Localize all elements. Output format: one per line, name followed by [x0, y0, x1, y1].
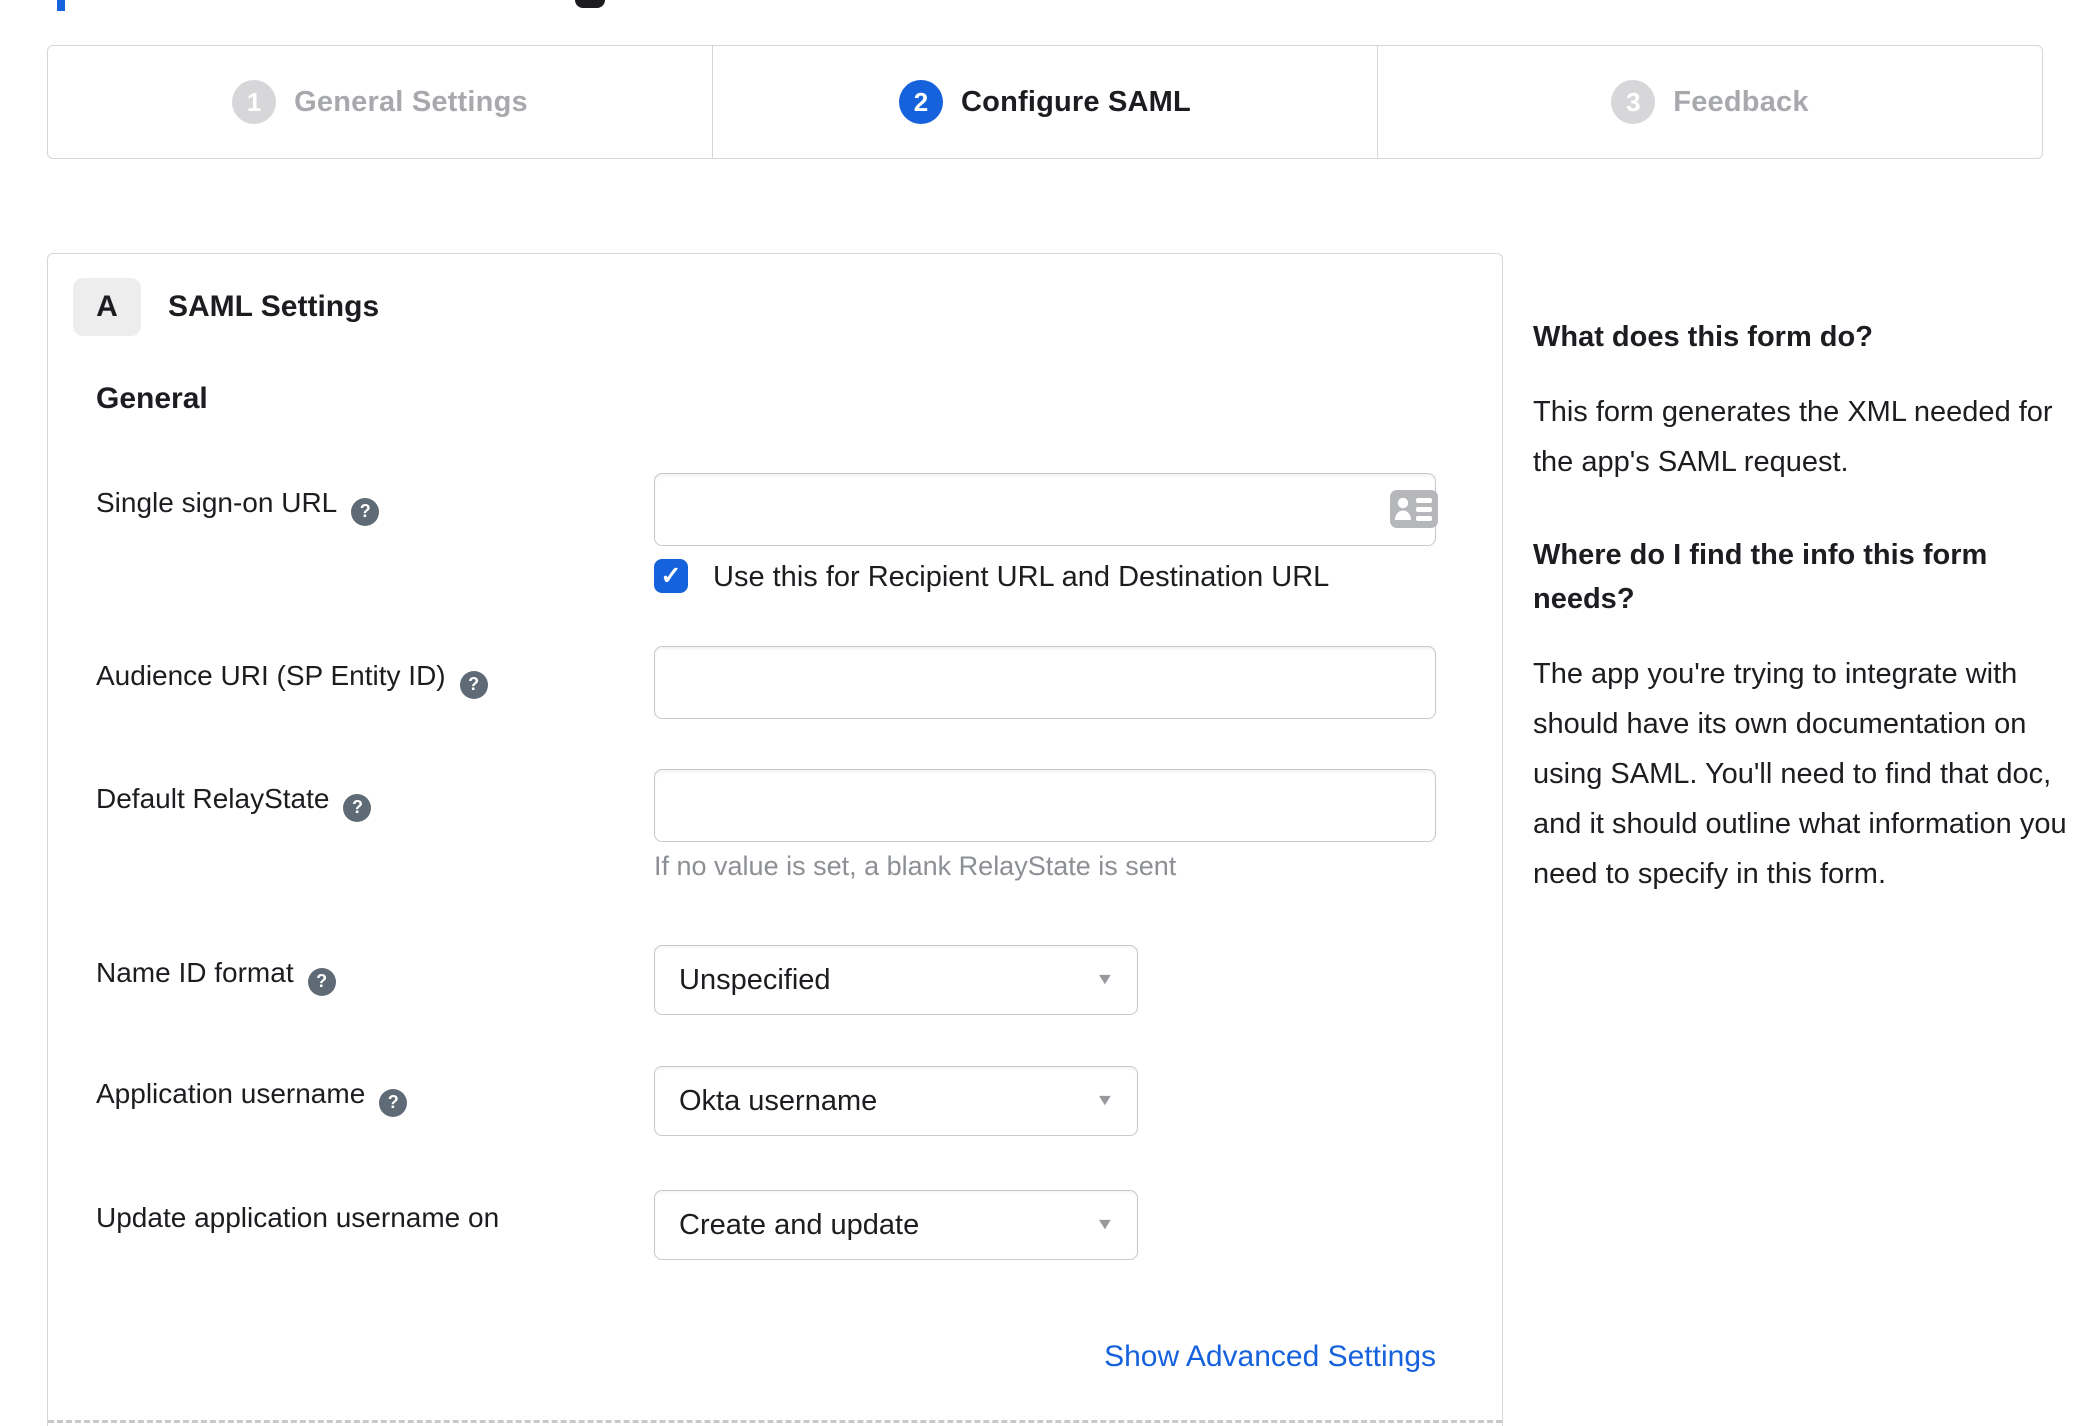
application-username-select[interactable]: Okta username ▼ [654, 1066, 1138, 1136]
relay-state-input[interactable] [654, 769, 1436, 842]
audience-uri-input[interactable] [654, 646, 1436, 719]
help-icon[interactable]: ? [343, 793, 372, 822]
contact-card-icon[interactable] [1390, 490, 1438, 528]
step-feedback[interactable]: 3 Feedback [1377, 46, 2042, 158]
selected-value: Okta username [679, 1084, 878, 1117]
selected-value: Create and update [679, 1208, 920, 1241]
help-paragraph: The app you're trying to integrate with … [1533, 658, 2067, 890]
step-number-badge: 2 [899, 80, 944, 124]
step-general-settings[interactable]: 1 General Settings [48, 46, 712, 158]
configure-saml-page: 1 General Settings 2 Configure SAML 3 Fe… [0, 0, 2092, 1426]
clipped-title-fragment [57, 0, 65, 11]
help-heading: What does this form do? [1533, 321, 1873, 353]
help-icon[interactable]: ? [351, 497, 380, 526]
application-username-label: Application username? [96, 1078, 408, 1117]
step-label: Feedback [1673, 85, 1809, 118]
chevron-down-icon: ▼ [1095, 1216, 1115, 1233]
clipped-icon-fragment [575, 0, 605, 8]
recipient-url-checkbox-label: Use this for Recipient URL and Destinati… [713, 561, 1330, 593]
section-a-badge: A [73, 278, 141, 336]
checkmark-icon: ✓ [660, 562, 682, 590]
chevron-down-icon: ▼ [1095, 1092, 1115, 1109]
help-icon[interactable]: ? [459, 670, 488, 699]
step-number-badge: 1 [232, 80, 277, 124]
relay-state-hint: If no value is set, a blank RelayState i… [654, 851, 1177, 881]
help-sidebar: What does this form do? This form genera… [1533, 315, 2078, 945]
chevron-down-icon: ▼ [1095, 971, 1115, 988]
help-heading: Where do I find the info this form needs… [1533, 539, 1988, 615]
wizard-stepper: 1 General Settings 2 Configure SAML 3 Fe… [47, 45, 2043, 159]
general-section-title: General [96, 382, 208, 415]
show-advanced-settings-link[interactable]: Show Advanced Settings [654, 1340, 1436, 1374]
update-username-select[interactable]: Create and update ▼ [654, 1190, 1138, 1260]
step-label: General Settings [294, 85, 528, 118]
recipient-url-checkbox[interactable]: ✓ [654, 559, 688, 593]
audience-uri-label: Audience URI (SP Entity ID)? [96, 660, 488, 699]
help-icon[interactable]: ? [379, 1088, 408, 1117]
sso-url-input[interactable] [654, 473, 1436, 546]
update-username-label: Update application username on [96, 1202, 500, 1233]
name-id-format-select[interactable]: Unspecified ▼ [654, 945, 1138, 1015]
name-id-format-label: Name ID format? [96, 957, 336, 996]
step-number-badge: 3 [1611, 80, 1656, 124]
section-dashed-divider [48, 1420, 1502, 1423]
sso-url-label: Single sign-on URL? [96, 487, 380, 526]
selected-value: Unspecified [679, 963, 831, 996]
help-paragraph: This form generates the XML needed for t… [1533, 396, 2053, 478]
relay-state-label: Default RelayState? [96, 783, 372, 822]
step-configure-saml[interactable]: 2 Configure SAML [712, 46, 1377, 158]
saml-settings-panel: A SAML Settings General Single sign-on U… [47, 253, 1503, 1426]
panel-title: SAML Settings [168, 290, 380, 323]
step-label: Configure SAML [961, 85, 1191, 118]
help-icon[interactable]: ? [307, 967, 336, 996]
